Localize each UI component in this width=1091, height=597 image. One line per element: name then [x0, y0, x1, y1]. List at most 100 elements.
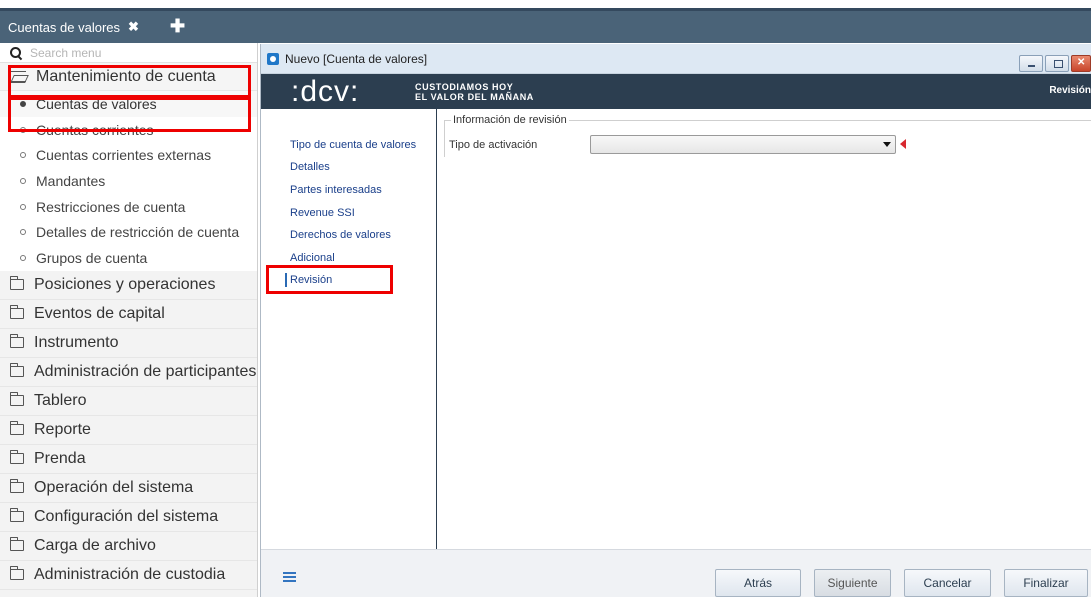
next-button[interactable]: Siguiente: [814, 569, 891, 597]
sub-item-restricciones-de-cuenta[interactable]: Restricciones de cuenta: [0, 194, 257, 220]
window-title-bar[interactable]: Nuevo [Cuenta de valores]: [261, 44, 1091, 74]
back-button[interactable]: Atrás: [715, 569, 801, 597]
menu-group-label: Instrumento: [34, 333, 119, 351]
sub-item-cuentas-de-valores[interactable]: Cuentas de valores: [0, 91, 257, 117]
sub-item-mandantes[interactable]: Mandantes: [0, 168, 257, 194]
sidebar: Mantenimiento de cuenta Cuentas de valor…: [0, 43, 258, 597]
wizard-content: Tipo de cuenta de valores Detalles Parte…: [261, 109, 1091, 549]
sub-item-label: Cuentas corrientes externas: [36, 147, 212, 164]
folder-icon: [9, 392, 24, 407]
bullet-icon: [20, 177, 26, 184]
hamburger-menu-icon[interactable]: [283, 572, 296, 582]
sub-menu-list: Cuentas de valores Cuentas corrientes Cu…: [0, 91, 257, 271]
current-step-marker: [285, 273, 287, 287]
sub-item-cuentas-corrientes-externas[interactable]: Cuentas corrientes externas: [0, 142, 257, 168]
brand-tagline-line-2: EL VALOR DEL MAÑANA: [415, 92, 534, 102]
menu-group-reporte[interactable]: Reporte: [0, 415, 257, 445]
folder-open-icon: [10, 71, 26, 82]
tab-strip: Cuentas de valores ✖ ✚: [0, 11, 1091, 43]
step-revenue-ssi[interactable]: Revenue SSI: [290, 207, 355, 219]
menu-group-label: Reporte: [34, 420, 91, 438]
wizard-steps: Tipo de cuenta de valores Detalles Parte…: [261, 109, 437, 549]
menu-group-label: Eventos de capital: [34, 304, 165, 322]
folder-icon: [9, 450, 24, 465]
menu-group-label: Administración de participantes: [34, 362, 257, 380]
bullet-icon: [20, 229, 26, 236]
folder-icon: [9, 363, 24, 378]
tab-label: Cuentas de valores: [8, 19, 121, 35]
folder-icon: [9, 421, 24, 436]
bullet-icon: [20, 152, 26, 159]
search-icon: [10, 46, 22, 59]
menu-group-label: Mantenimiento de cuenta: [36, 67, 216, 85]
menu-group-label: Tablero: [34, 391, 87, 409]
menu-group-mantenimiento-de-cuenta[interactable]: Mantenimiento de cuenta: [0, 63, 257, 91]
finish-button[interactable]: Finalizar: [1004, 569, 1088, 597]
step-revision[interactable]: Revisión: [290, 274, 332, 286]
bullet-icon: [20, 126, 26, 133]
step-detalles[interactable]: Detalles: [290, 161, 330, 173]
sub-item-grupos-de-cuenta[interactable]: Grupos de cuenta: [0, 245, 257, 271]
app-icon: [267, 52, 279, 65]
menu-group-eventos-de-capital[interactable]: Eventos de capital: [0, 299, 257, 329]
tab-cuentas-de-valores[interactable]: Cuentas de valores ✖: [0, 11, 152, 43]
search-input[interactable]: [30, 45, 230, 60]
menu-group-posiciones-y-operaciones[interactable]: Posiciones y operaciones: [0, 270, 257, 300]
close-window-icon[interactable]: [1071, 55, 1091, 72]
menu-group-label: Configuración del sistema: [34, 507, 219, 525]
menu-group-tablero[interactable]: Tablero: [0, 386, 257, 416]
menu-group-prenda[interactable]: Prenda: [0, 444, 257, 474]
form-area: Información de revisión Tipo de activaci…: [437, 109, 1091, 549]
menu-group-label: Carga de archivo: [34, 536, 156, 554]
folder-icon: [9, 508, 24, 523]
menu-group-administracion-de-participantes[interactable]: Administración de participantes: [0, 357, 257, 387]
activation-type-label: Tipo de activación: [449, 139, 538, 151]
sub-item-label: Cuentas de valores: [36, 95, 157, 112]
minimize-icon[interactable]: [1019, 55, 1043, 72]
sub-item-detalles-de-restriccion[interactable]: Detalles de restricción de cuenta: [0, 219, 257, 245]
sub-item-label: Detalles de restricción de cuenta: [36, 224, 240, 241]
search-bar: [0, 43, 257, 63]
menu-group-administracion-de-custodia[interactable]: Administración de custodia: [0, 560, 257, 590]
sub-item-label: Mandantes: [36, 172, 106, 189]
step-adicional[interactable]: Adicional: [290, 252, 335, 264]
folder-icon: [9, 479, 24, 494]
step-derechos-de-valores[interactable]: Derechos de valores: [290, 229, 391, 241]
sub-item-label: Cuentas corrientes: [36, 121, 154, 138]
menu-group-label: Posiciones y operaciones: [34, 275, 216, 293]
brand-section-label: Revisión: [1049, 85, 1091, 96]
folder-icon: [9, 334, 24, 349]
menu-group-label: Operación del sistema: [34, 478, 194, 496]
maximize-icon[interactable]: [1045, 55, 1069, 72]
dcv-logo: :dcv:: [291, 75, 360, 108]
menu-group-label: Prenda: [34, 449, 86, 467]
wizard-footer: Atrás Siguiente Cancelar Finalizar: [261, 549, 1091, 597]
folder-icon: [9, 537, 24, 552]
menu-group-label: Administración de custodia: [34, 565, 226, 583]
step-tipo-de-cuenta[interactable]: Tipo de cuenta de valores: [290, 139, 416, 151]
sub-item-cuentas-corrientes[interactable]: Cuentas corrientes: [0, 117, 257, 143]
top-bar: Cuentas de valores ✖ ✚: [0, 0, 1091, 43]
folder-icon: [9, 566, 24, 581]
add-tab-icon[interactable]: ✚: [170, 17, 185, 35]
step-partes-interesadas[interactable]: Partes interesadas: [290, 184, 382, 196]
activation-type-select[interactable]: [590, 135, 896, 154]
app-root: Cuentas de valores ✖ ✚ Mantenimiento de …: [0, 0, 1091, 597]
brand-bar: :dcv: CUSTODIAMOS HOY EL VALOR DEL MAÑAN…: [261, 74, 1091, 109]
menu-group-operacion-del-sistema[interactable]: Operación del sistema: [0, 473, 257, 503]
folder-icon: [9, 305, 24, 320]
menu-group-carga-de-archivo[interactable]: Carga de archivo: [0, 531, 257, 561]
cancel-button[interactable]: Cancelar: [904, 569, 991, 597]
window-controls: [1017, 55, 1091, 72]
dialog-window: Nuevo [Cuenta de valores] :dcv: CUSTODIA…: [260, 44, 1091, 597]
fieldset-legend: Información de revisión: [451, 114, 569, 126]
menu-group-instrumento[interactable]: Instrumento: [0, 328, 257, 358]
tab-close-icon[interactable]: ✖: [128, 19, 139, 35]
folder-icon: [9, 276, 24, 291]
required-marker-icon: [900, 139, 906, 149]
bullet-icon: [20, 203, 26, 210]
brand-tagline: CUSTODIAMOS HOY EL VALOR DEL MAÑANA: [415, 82, 534, 102]
sub-item-label: Grupos de cuenta: [36, 249, 148, 266]
bullet-filled-icon: [20, 100, 26, 107]
menu-group-configuracion-del-sistema[interactable]: Configuración del sistema: [0, 502, 257, 532]
